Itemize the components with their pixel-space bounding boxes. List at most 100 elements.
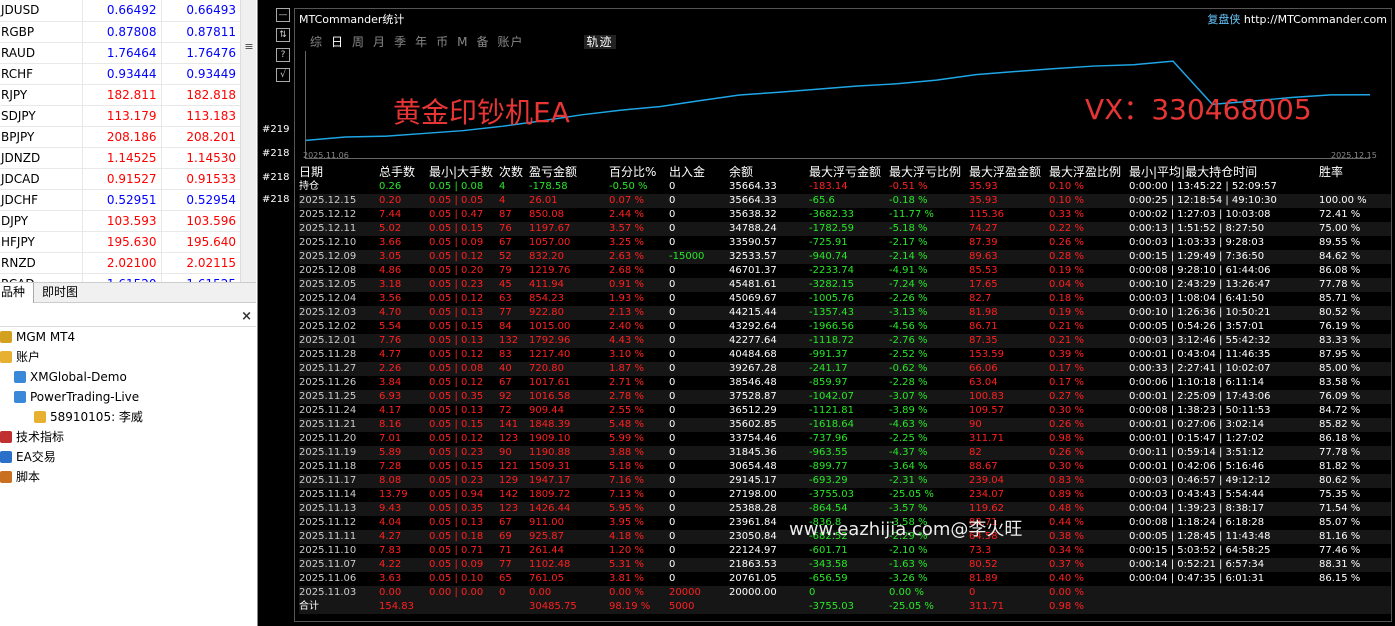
market-watch-row[interactable]: JDCHF 0.52951 0.52954 — [0, 189, 240, 211]
period-tab[interactable]: 综 — [310, 35, 323, 49]
period-tab[interactable]: 月 — [373, 35, 386, 49]
cell-1: 4.04 — [379, 517, 402, 528]
cell-9: -4.37 % — [889, 447, 928, 458]
cell-6: 0 — [669, 447, 676, 458]
cell-7: 29145.17 — [729, 475, 777, 486]
period-tab[interactable]: M — [457, 35, 468, 49]
cell-5: 1.93 % — [609, 293, 644, 304]
cell-13: 86.18 % — [1319, 433, 1361, 444]
scroll-grip-icon[interactable]: ≡ — [244, 40, 254, 62]
cell-2: 0.05 | 0.05 — [429, 195, 484, 206]
market-watch-row[interactable]: JDUSD 0.66492 0.66493 — [0, 0, 240, 22]
cell-9: -3.89 % — [889, 405, 928, 416]
market-watch-row[interactable]: RGBP 0.87808 0.87811 — [0, 21, 240, 43]
symbol-name: RAUD — [0, 42, 82, 64]
panel-link[interactable]: 复盘侠 http://MTCommander.com — [1207, 11, 1387, 27]
cell-2: 0.05 | 0.12 — [429, 377, 484, 388]
cell-8: -241.17 — [809, 363, 848, 374]
cell-3: 84 — [499, 321, 512, 332]
market-watch-row[interactable]: RNZD 2.02100 2.02115 — [0, 252, 240, 274]
navigator-item-label: 58910105: 李威 — [50, 410, 143, 424]
user-icon — [34, 411, 46, 423]
market-watch-row[interactable]: RCHF 0.93444 0.93449 — [0, 63, 240, 85]
tab-tick-chart[interactable]: 即时图 — [34, 283, 86, 303]
cell-13: 胜率 — [1319, 165, 1344, 179]
navigator-item[interactable]: 账户 — [0, 347, 40, 367]
cell-0: 2025.11.13 — [299, 503, 357, 514]
market-watch-row[interactable]: BPJPY 208.186 208.201 — [0, 126, 240, 148]
navigator-item[interactable]: PowerTrading-Live — [14, 387, 139, 407]
market-watch-row[interactable]: JDCAD 0.91527 0.91533 — [0, 168, 240, 190]
move-icon[interactable]: ⇅ — [276, 28, 290, 42]
cell-6: 0 — [669, 293, 676, 304]
cell-0: 2025.12.10 — [299, 237, 357, 248]
cell-12: 0:00:02 | 1:27:03 | 10:03:08 — [1129, 209, 1271, 220]
market-watch-row[interactable]: JDNZD 1.14525 1.14530 — [0, 147, 240, 169]
cell-12: 0:00:15 | 5:03:52 | 64:58:25 — [1129, 545, 1271, 556]
cell-0: 2025.11.25 — [299, 391, 357, 402]
market-watch-row[interactable]: RJPY 182.811 182.818 — [0, 84, 240, 106]
cell-0: 2025.11.27 — [299, 363, 357, 374]
navigator-item[interactable]: 脚本 — [0, 467, 40, 487]
market-watch-row[interactable]: RCAD1.615201.61525 — [0, 273, 240, 282]
bid-price: 2.02100 — [81, 252, 161, 274]
tab-track[interactable]: 轨迹 — [583, 35, 616, 49]
cell-7: 34788.24 — [729, 223, 777, 234]
cell-11: 0.39 % — [1049, 349, 1084, 360]
ask-price: 182.818 — [160, 84, 240, 106]
market-watch-row[interactable]: DJPY 103.593 103.596 — [0, 210, 240, 232]
cell-5: 2.55 % — [609, 405, 644, 416]
cell-2: 0.05 | 0.10 — [429, 573, 484, 584]
navigator-item[interactable]: EA交易 — [0, 447, 56, 467]
navigator-item[interactable]: XMGlobal-Demo — [14, 367, 127, 387]
cell-7: 33590.57 — [729, 237, 777, 248]
cell-2: 0.05 | 0.12 — [429, 349, 484, 360]
cell-13: 71.54 % — [1319, 503, 1361, 514]
cell-6: 0 — [669, 489, 676, 500]
cell-6: 0 — [669, 475, 676, 486]
market-watch-row[interactable]: HFJPY 195.630 195.640 — [0, 231, 240, 253]
cell-10: 35.93 — [969, 181, 998, 192]
navigator-item[interactable]: 技术指标 — [0, 427, 64, 447]
cell-7: 45069.67 — [729, 293, 777, 304]
check-icon[interactable]: √ — [276, 68, 290, 82]
period-tab[interactable]: 季 — [394, 35, 407, 49]
cell-9: -4.63 % — [889, 419, 928, 430]
tab-symbols[interactable]: 品种 — [0, 283, 35, 303]
cell-10: 17.65 — [969, 279, 998, 290]
link-cn[interactable]: 复盘侠 — [1207, 13, 1240, 26]
cell-4: 1102.48 — [529, 559, 571, 570]
minimize-icon[interactable]: — — [276, 8, 290, 22]
navigator-item[interactable]: MGM MT4 — [0, 327, 75, 347]
cell-7: 23050.84 — [729, 531, 777, 542]
cell-13: 85.71 % — [1319, 293, 1361, 304]
cell-3: 90 — [499, 447, 512, 458]
market-watch-scrollbar[interactable]: ≡ — [240, 0, 256, 282]
cell-10: 73.3 — [969, 545, 992, 556]
navigator-header: × — [0, 309, 256, 327]
period-tab[interactable]: 账户 — [497, 35, 523, 49]
cell-5: 2.78 % — [609, 391, 644, 402]
market-watch-row[interactable]: RAUD 1.76464 1.76476 — [0, 42, 240, 64]
symbol-name: DJPY — [0, 210, 82, 232]
help-icon[interactable]: ? — [276, 48, 290, 62]
cell-0: 2025.12.08 — [299, 265, 357, 276]
cell-8: -3682.33 — [809, 209, 854, 220]
close-icon[interactable]: × — [241, 309, 252, 324]
period-tab[interactable]: 币 — [436, 35, 449, 49]
cell-0: 2025.11.10 — [299, 545, 357, 556]
cell-2: 0.05 | 0.47 — [429, 209, 484, 220]
period-tab[interactable]: 年 — [415, 35, 428, 49]
cell-6: 0 — [669, 503, 676, 514]
cell-8: -1005.76 — [809, 293, 854, 304]
cell-1: 7.76 — [379, 335, 402, 346]
cell-6: 0 — [669, 181, 676, 192]
navigator-item[interactable]: 58910105: 李威 — [34, 407, 143, 427]
period-tab[interactable]: 日 — [331, 35, 344, 49]
period-tab[interactable]: 周 — [352, 35, 365, 49]
period-tab[interactable]: 备 — [476, 35, 489, 49]
cell-11: 0.17 % — [1049, 377, 1084, 388]
link-url[interactable]: http://MTCommander.com — [1244, 13, 1387, 26]
table-row: 2025.11.06 3.63 0.05 | 0.10 65 761.05 3.81 % 0… — [299, 572, 1391, 586]
market-watch-row[interactable]: SDJPY 113.179 113.183 — [0, 105, 240, 127]
